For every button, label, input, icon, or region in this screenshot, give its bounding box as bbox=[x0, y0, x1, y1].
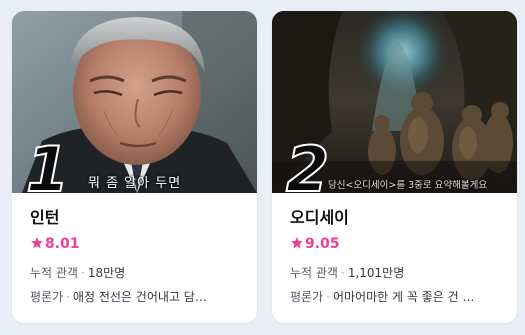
movie-rating: 8.01 bbox=[30, 233, 239, 255]
audience-row: 누적 관객 · 1,101만명 bbox=[290, 265, 499, 281]
rank-number: 2 bbox=[285, 133, 330, 194]
movie-poster[interactable]: 2 당신<오디세이>를 3중로 요약해볼게요 bbox=[272, 11, 517, 193]
critic-review: 어마어마한 게 꼭 좋은 건 아... bbox=[332, 290, 475, 304]
poster-subtitle: 뭐 좀 알아 두면 bbox=[88, 176, 182, 191]
rank-number: 1 bbox=[25, 133, 70, 194]
star-icon bbox=[30, 235, 44, 257]
audience-value: 1,101만명 bbox=[347, 266, 405, 280]
movie-card[interactable]: 2 당신<오디세이>를 3중로 요약해볼게요 오디세이 9.05 누적 관객 · 1… bbox=[272, 11, 517, 323]
rating-value: 9.05 bbox=[305, 236, 340, 252]
critic-row: 평론가 · 애정 전선은 건어내고 담백... bbox=[30, 289, 239, 305]
audience-label: 누적 관객 bbox=[290, 266, 338, 280]
movie-info: 오디세이 9.05 누적 관객 · 1,101만명 평론가 · 어마어마한 게 꼭 좋은… bbox=[272, 193, 517, 305]
critic-review: 애정 전선은 건어내고 담백... bbox=[72, 290, 215, 304]
movie-title[interactable]: 오디세이 bbox=[290, 207, 499, 229]
audience-label: 누적 관객 bbox=[30, 266, 78, 280]
audience-value: 18만명 bbox=[87, 266, 126, 280]
separator-dot: · bbox=[66, 290, 70, 304]
critic-row: 평론가 · 어마어마한 게 꼭 좋은 건 아... bbox=[290, 289, 499, 305]
movie-poster[interactable]: 1 뭐 좀 알아 두면 bbox=[12, 11, 257, 193]
movie-ranking-list: 1 뭐 좀 알아 두면 인턴 8.01 누적 관객 · 18만명 평론가 · 애정 전선… bbox=[0, 0, 525, 335]
rating-value: 8.01 bbox=[45, 236, 80, 252]
separator-dot: · bbox=[326, 290, 330, 304]
critic-label: 평론가 bbox=[30, 290, 64, 304]
separator-dot: · bbox=[80, 266, 85, 280]
audience-row: 누적 관객 · 18만명 bbox=[30, 265, 239, 281]
poster-subtitle: 당신<오디세이>를 3중로 요약해볼게요 bbox=[328, 180, 488, 191]
star-icon bbox=[290, 235, 304, 257]
movie-title[interactable]: 인턴 bbox=[30, 207, 239, 229]
movie-info: 인턴 8.01 누적 관객 · 18만명 평론가 · 애정 전선은 건어내고 담백... bbox=[12, 193, 257, 305]
separator-dot: · bbox=[340, 266, 345, 280]
movie-card[interactable]: 1 뭐 좀 알아 두면 인턴 8.01 누적 관객 · 18만명 평론가 · 애정 전선… bbox=[12, 11, 257, 323]
movie-rating: 9.05 bbox=[290, 233, 499, 255]
critic-label: 평론가 bbox=[290, 290, 324, 304]
